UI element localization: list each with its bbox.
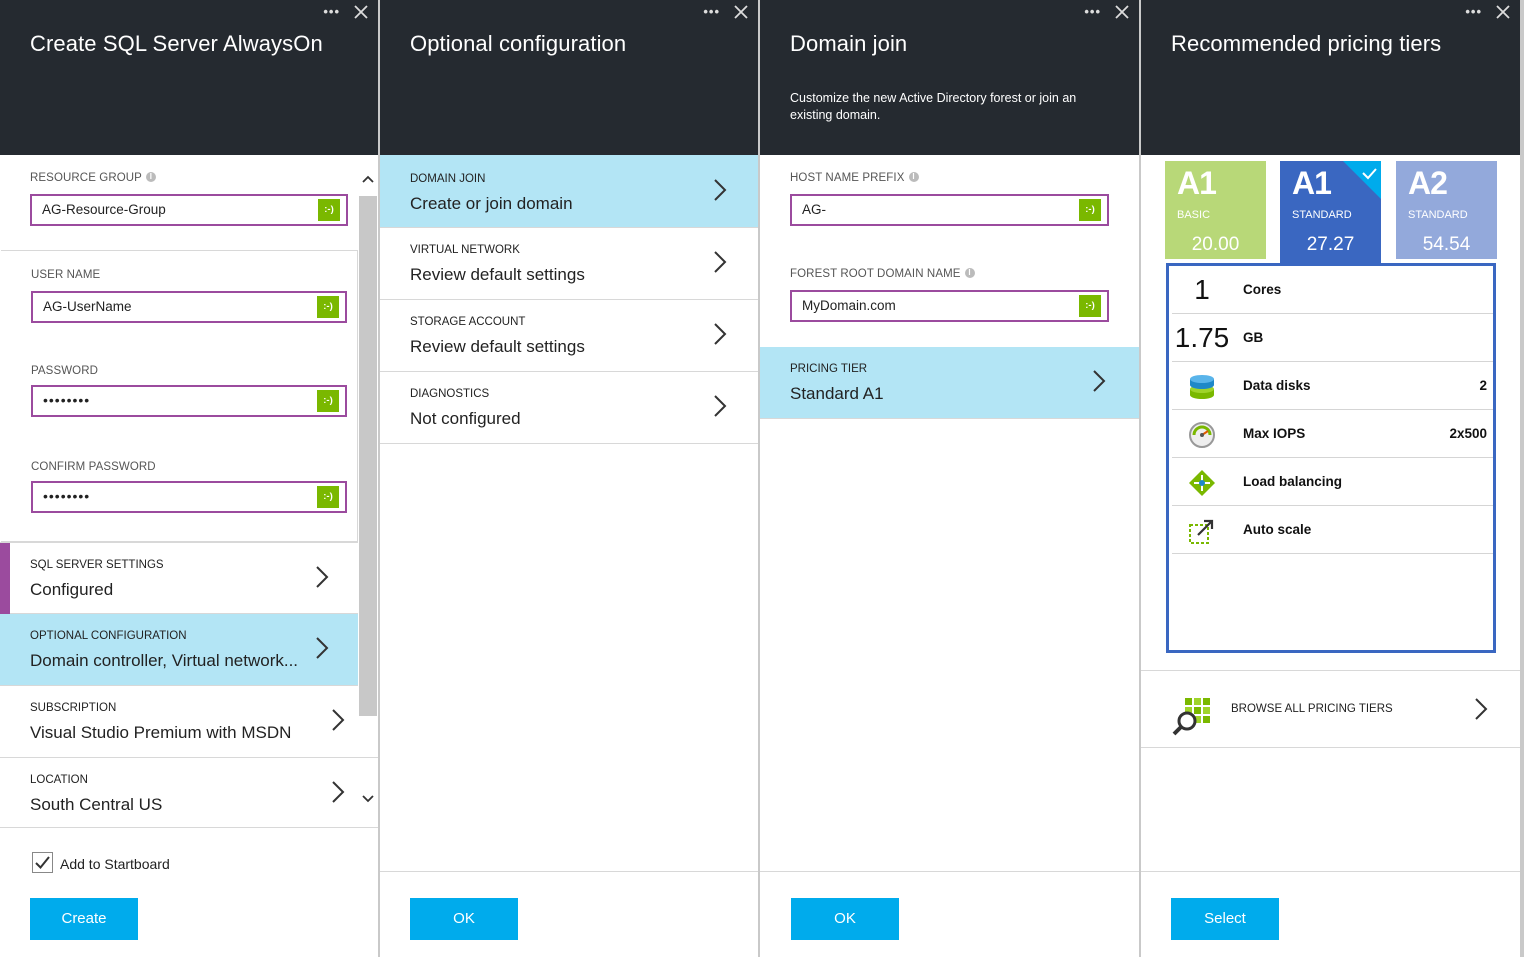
blade-title: Create SQL Server AlwaysOn: [30, 31, 323, 56]
resource-group-input[interactable]: AG-Resource-Group :-): [30, 194, 348, 226]
spec-cores: 1 Cores: [1172, 266, 1493, 314]
scroll-down-icon[interactable]: [361, 792, 375, 806]
auto-scale-icon: [1189, 519, 1214, 544]
tier-a1-basic[interactable]: A1 BASIC 20.00: [1165, 161, 1266, 259]
check-icon: [35, 856, 50, 869]
load-balancing-icon: [1189, 470, 1215, 496]
blade-header: Optional configuration •••: [380, 0, 758, 155]
close-icon[interactable]: [1494, 3, 1512, 21]
more-options-icon[interactable]: •••: [1465, 4, 1482, 19]
selected-check-icon: [1343, 161, 1381, 199]
nav-virtual-network[interactable]: VIRTUAL NETWORK Review default settings: [380, 228, 758, 300]
blade-header: Recommended pricing tiers •••: [1141, 0, 1520, 155]
nav-domain-join[interactable]: DOMAIN JOIN Create or join domain: [380, 155, 758, 228]
valid-check-icon: :-): [317, 390, 339, 412]
blade-separator: [1520, 0, 1524, 957]
confirm-password-label: CONFIRM PASSWORD: [31, 461, 156, 473]
valid-check-icon: :-): [1079, 295, 1101, 317]
nav-storage-account[interactable]: STORAGE ACCOUNT Review default settings: [380, 300, 758, 372]
select-button[interactable]: Select: [1171, 898, 1279, 940]
chevron-right-icon: [714, 179, 727, 201]
create-button[interactable]: Create: [30, 898, 138, 940]
footer-divider: [380, 871, 758, 872]
chevron-right-icon: [316, 637, 329, 659]
nav-location[interactable]: LOCATION South Central US: [0, 758, 378, 828]
nav-optional-configuration[interactable]: OPTIONAL CONFIGURATION Domain controller…: [0, 614, 358, 686]
password-input[interactable]: •••••••• :-): [31, 385, 347, 417]
chevron-right-icon: [316, 566, 329, 588]
forest-root-label: FOREST ROOT DOMAIN NAME i: [790, 268, 975, 280]
close-icon[interactable]: [1113, 3, 1131, 21]
startboard-checkbox[interactable]: [32, 852, 53, 873]
spec-max-iops: Max IOPS 2x500: [1172, 410, 1493, 458]
resource-group-label: RESOURCE GROUP i: [30, 172, 156, 184]
chevron-right-icon: [332, 709, 345, 731]
startboard-label: Add to Startboard: [60, 856, 170, 872]
more-options-icon[interactable]: •••: [1084, 4, 1101, 19]
confirm-password-input[interactable]: •••••••• :-): [31, 481, 347, 513]
scroll-up-icon[interactable]: [361, 172, 375, 186]
chevron-right-icon: [714, 251, 727, 273]
info-icon: i: [964, 268, 975, 278]
valid-check-icon: :-): [317, 486, 339, 508]
blade-header: Domain join Customize the new Active Dir…: [760, 0, 1139, 155]
ok-button[interactable]: OK: [791, 898, 899, 940]
more-options-icon[interactable]: •••: [703, 4, 720, 19]
more-options-icon[interactable]: •••: [323, 4, 340, 19]
chevron-right-icon: [1093, 370, 1106, 392]
chevron-right-icon: [714, 323, 727, 345]
host-name-prefix-input[interactable]: AG- :-): [790, 194, 1109, 226]
chevron-right-icon: [714, 395, 727, 417]
close-icon[interactable]: [352, 3, 370, 21]
blade-subtitle: Customize the new Active Directory fores…: [790, 91, 1077, 122]
blade-title: Domain join: [790, 31, 908, 56]
tier-a1-standard[interactable]: A1 STANDARD 27.27: [1280, 161, 1381, 265]
tier-spec-panel: 1 Cores 1.75 GB Data disks 2 Max IOPS 2x…: [1166, 263, 1496, 653]
password-label: PASSWORD: [31, 365, 99, 377]
spec-auto-scale: Auto scale: [1172, 506, 1493, 554]
scrollbar[interactable]: [359, 170, 377, 810]
host-name-prefix-label: HOST NAME PREFIX i: [790, 172, 919, 184]
footer-divider: [760, 871, 1139, 872]
valid-check-icon: :-): [317, 296, 339, 318]
chevron-right-icon: [1475, 698, 1488, 720]
spec-data-disks: Data disks 2: [1172, 362, 1493, 410]
nav-pricing-tier[interactable]: PRICING TIER Standard A1: [760, 347, 1139, 419]
ok-button[interactable]: OK: [410, 898, 518, 940]
spec-load-balancing: Load balancing: [1172, 458, 1493, 506]
valid-check-icon: :-): [1079, 199, 1101, 221]
browse-label: BROWSE ALL PRICING TIERS: [1231, 703, 1393, 715]
chevron-right-icon: [332, 781, 345, 803]
user-name-label: USER NAME: [31, 269, 101, 281]
browse-all-pricing-tiers[interactable]: BROWSE ALL PRICING TIERS: [1141, 670, 1520, 748]
blade-title: Optional configuration: [410, 31, 627, 56]
footer-divider: [1141, 871, 1520, 872]
nav-subscription[interactable]: SUBSCRIPTION Visual Studio Premium with …: [0, 686, 378, 758]
nav-diagnostics[interactable]: DIAGNOSTICS Not configured: [380, 372, 758, 444]
info-icon: i: [908, 172, 919, 182]
pending-indicator: [0, 543, 10, 615]
blade-header: Create SQL Server AlwaysOn •••: [0, 0, 378, 155]
pricing-tiers-blade: Recommended pricing tiers ••• A1 BASIC 2…: [1141, 0, 1520, 957]
nav-sql-server-settings[interactable]: SQL SERVER SETTINGS Configured: [0, 542, 358, 615]
domain-join-blade: Domain join Customize the new Active Dir…: [760, 0, 1139, 957]
spec-memory: 1.75 GB: [1172, 314, 1493, 362]
info-icon: i: [145, 172, 156, 182]
data-disks-icon: [1190, 375, 1214, 399]
forest-root-input[interactable]: MyDomain.com :-): [790, 290, 1109, 322]
create-sql-blade: Create SQL Server AlwaysOn ••• RESOURCE …: [0, 0, 378, 957]
browse-tiers-icon: [1172, 698, 1210, 736]
tier-a2-standard[interactable]: A2 STANDARD 54.54: [1396, 161, 1497, 259]
close-icon[interactable]: [732, 3, 750, 21]
iops-gauge-icon: [1189, 422, 1215, 448]
scroll-thumb[interactable]: [359, 196, 377, 716]
optional-configuration-blade: Optional configuration ••• DOMAIN JOIN C…: [380, 0, 758, 957]
blade-title: Recommended pricing tiers: [1171, 31, 1442, 56]
valid-check-icon: :-): [318, 199, 340, 221]
user-name-input[interactable]: AG-UserName :-): [31, 291, 347, 323]
